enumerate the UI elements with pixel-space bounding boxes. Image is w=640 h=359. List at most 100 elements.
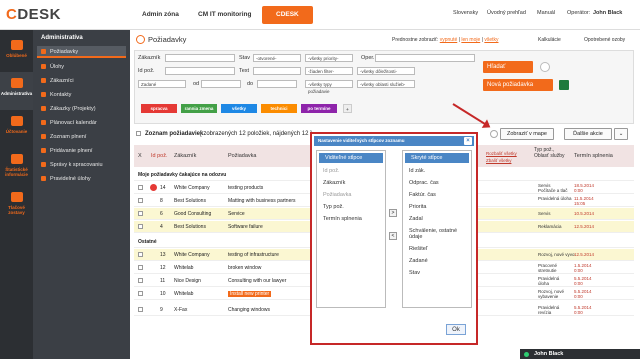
show-on-map-button[interactable]: Zobraziť v mape: [500, 128, 554, 140]
list-item[interactable]: Id pož.: [317, 165, 385, 177]
icon-sidebar: Oblúbené Administratíva Účtovanie Štatis…: [0, 30, 33, 359]
list-item[interactable]: Stav: [403, 267, 471, 279]
text-input[interactable]: [253, 67, 301, 75]
col-request-id[interactable]: Id pož.: [151, 153, 168, 159]
nav-cdesk[interactable]: CDESK: [262, 6, 313, 24]
lang-link[interactable]: Slovensky: [453, 10, 478, 16]
importance-select[interactable]: -všetky dôležitosti-: [357, 67, 415, 75]
hidden-columns-list[interactable]: Skryté stĺpce Id zák. Odprac. čas Faktúr…: [402, 150, 472, 308]
chevron-down-icon[interactable]: ⌄: [614, 128, 628, 140]
priority-select[interactable]: -všetky priority-: [305, 54, 353, 62]
visible-columns-list[interactable]: Viditeľné stĺpce Id pož. Zákazník Požiad…: [316, 150, 386, 308]
refresh-icon[interactable]: [490, 130, 498, 138]
col-deadline[interactable]: Termín splnenia: [574, 153, 613, 159]
nav-admin-zone[interactable]: Admin zóna: [142, 6, 179, 24]
menu-item-contacts[interactable]: Kontakty: [41, 92, 71, 98]
list-item[interactable]: Odprac. čas: [403, 177, 471, 189]
new-request-button[interactable]: Nová požiadavka: [483, 79, 553, 91]
list-item[interactable]: Faktúr. čas: [403, 189, 471, 201]
excel-icon[interactable]: [559, 80, 569, 90]
prefs-off[interactable]: vypnuté: [440, 37, 458, 43]
menu-item-requests[interactable]: Požiadavky: [37, 46, 126, 58]
favorites-nav[interactable]: Oblúbené: [0, 34, 33, 72]
prefs-mine[interactable]: len moje: [461, 37, 480, 43]
list-item[interactable]: Id zák.: [403, 165, 471, 177]
print-reports-nav[interactable]: Tlačové zostavy: [0, 186, 33, 224]
request-type-select[interactable]: -všetky typy požiadavie: [305, 80, 353, 94]
search-button[interactable]: Hľadať: [483, 61, 533, 73]
status-select[interactable]: -otvorené-: [253, 54, 301, 62]
statistics-nav[interactable]: Štatistické informácie: [0, 148, 33, 186]
row-checkbox[interactable]: [138, 265, 143, 270]
col-request[interactable]: Požiadavka: [228, 153, 256, 159]
operator-name[interactable]: John Black: [593, 10, 622, 16]
calculations-link[interactable]: Kalkulácie: [538, 37, 561, 43]
date-from-input[interactable]: [201, 80, 241, 88]
move-left-button[interactable]: <: [389, 232, 397, 240]
menu-item-customers[interactable]: Zákazníci: [41, 78, 74, 84]
list-item[interactable]: Zadal: [403, 213, 471, 225]
menu-item-tasks[interactable]: Úlohy: [41, 64, 64, 70]
entered-select[interactable]: Zadané: [138, 80, 186, 88]
row-checkbox[interactable]: [138, 198, 143, 203]
expand-all-link[interactable]: Rozbaliť všetky: [486, 151, 517, 156]
printer-icon: [10, 192, 23, 202]
request-id-input[interactable]: [165, 67, 235, 75]
administration-nav[interactable]: Administratíva: [0, 72, 33, 110]
overview-link[interactable]: Úvodný prehľad: [487, 10, 526, 16]
collapse-all-link[interactable]: Zbaliť všetky: [486, 158, 511, 163]
list-title: Zoznam požiadaviek: [145, 131, 204, 137]
move-right-button[interactable]: >: [389, 209, 397, 217]
row-checkbox[interactable]: [138, 252, 143, 257]
list-item[interactable]: Zákazník: [317, 177, 385, 189]
chat-bar[interactable]: John Black: [520, 349, 640, 359]
tag-technicians[interactable]: technici: [261, 104, 297, 113]
search-icon[interactable]: [540, 62, 550, 72]
row-checkbox[interactable]: [138, 307, 143, 312]
tag-overdue[interactable]: po termíne: [301, 104, 337, 113]
select-all-checkbox[interactable]: [136, 131, 141, 136]
list-item[interactable]: Schválenie, ostatné údaje: [403, 225, 471, 243]
row-checkbox[interactable]: [138, 291, 143, 296]
tag-morning-shift[interactable]: rannia zmena: [181, 104, 217, 113]
menu-item-messages[interactable]: Správy k spracovaniu: [41, 162, 103, 168]
close-icon[interactable]: ×: [464, 137, 472, 145]
nav-cm-it-monitoring[interactable]: CM IT monitoring: [198, 6, 251, 24]
service-area-select[interactable]: -všetky oblasti služieb-: [357, 80, 415, 88]
more-actions-button[interactable]: Ďalšie akcie: [564, 128, 612, 140]
prefs-all[interactable]: všetky: [484, 37, 498, 43]
row-checkbox[interactable]: [138, 224, 143, 229]
menu-item-recurring-tasks[interactable]: Pravidelné úlohy: [41, 176, 91, 182]
row-checkbox[interactable]: [138, 211, 143, 216]
list-item[interactable]: Zadané: [403, 255, 471, 267]
add-tag-button[interactable]: +: [343, 104, 352, 113]
col-x[interactable]: X: [138, 153, 142, 159]
cdesk-logo[interactable]: CDESK: [6, 6, 61, 23]
list-item[interactable]: Priorita: [403, 201, 471, 213]
tag-all[interactable]: všetky: [221, 104, 257, 113]
menu-item-add-fulfilment[interactable]: Pridávanie plnení: [41, 148, 93, 154]
list-item[interactable]: Termín splnenia: [317, 213, 385, 225]
customer-input[interactable]: [165, 54, 235, 62]
filter-select[interactable]: -žiaden filter-: [305, 67, 353, 75]
manual-link[interactable]: Manuál: [537, 10, 555, 16]
list-item[interactable]: Požiadavka: [317, 189, 385, 201]
menu-item-planning-calendar[interactable]: Plánovací kalendár: [41, 120, 97, 126]
billing-nav[interactable]: Účtovanie: [0, 110, 33, 148]
operator-input[interactable]: [375, 54, 475, 62]
menu-item-fulfilment-list[interactable]: Zoznam plnení: [41, 134, 86, 140]
row-checkbox[interactable]: [138, 278, 143, 283]
operator-label: Operátor:: [567, 10, 591, 16]
list-item[interactable]: Riešiteľ: [403, 243, 471, 255]
filter-panel: Zákazník Stav -otvorené- -všetky priorit…: [134, 50, 634, 124]
list-item[interactable]: Typ pož.: [317, 201, 385, 213]
col-customer[interactable]: Zákazník: [174, 153, 196, 159]
col-type[interactable]: Typ pož., Oblasť služby: [534, 147, 568, 159]
worn-items-link[interactable]: Opotrebené ozoby: [584, 37, 625, 43]
row-checkbox[interactable]: [138, 185, 143, 190]
tag-processing[interactable]: spracva: [141, 104, 177, 113]
ok-button[interactable]: Ok: [446, 324, 466, 335]
date-to-input[interactable]: [257, 80, 297, 88]
menu-item-projects[interactable]: Zákazky (Projekty): [41, 106, 96, 112]
dialog-title: Nastavenie viditeľných stĺpcov zoznamu ×: [314, 136, 474, 146]
